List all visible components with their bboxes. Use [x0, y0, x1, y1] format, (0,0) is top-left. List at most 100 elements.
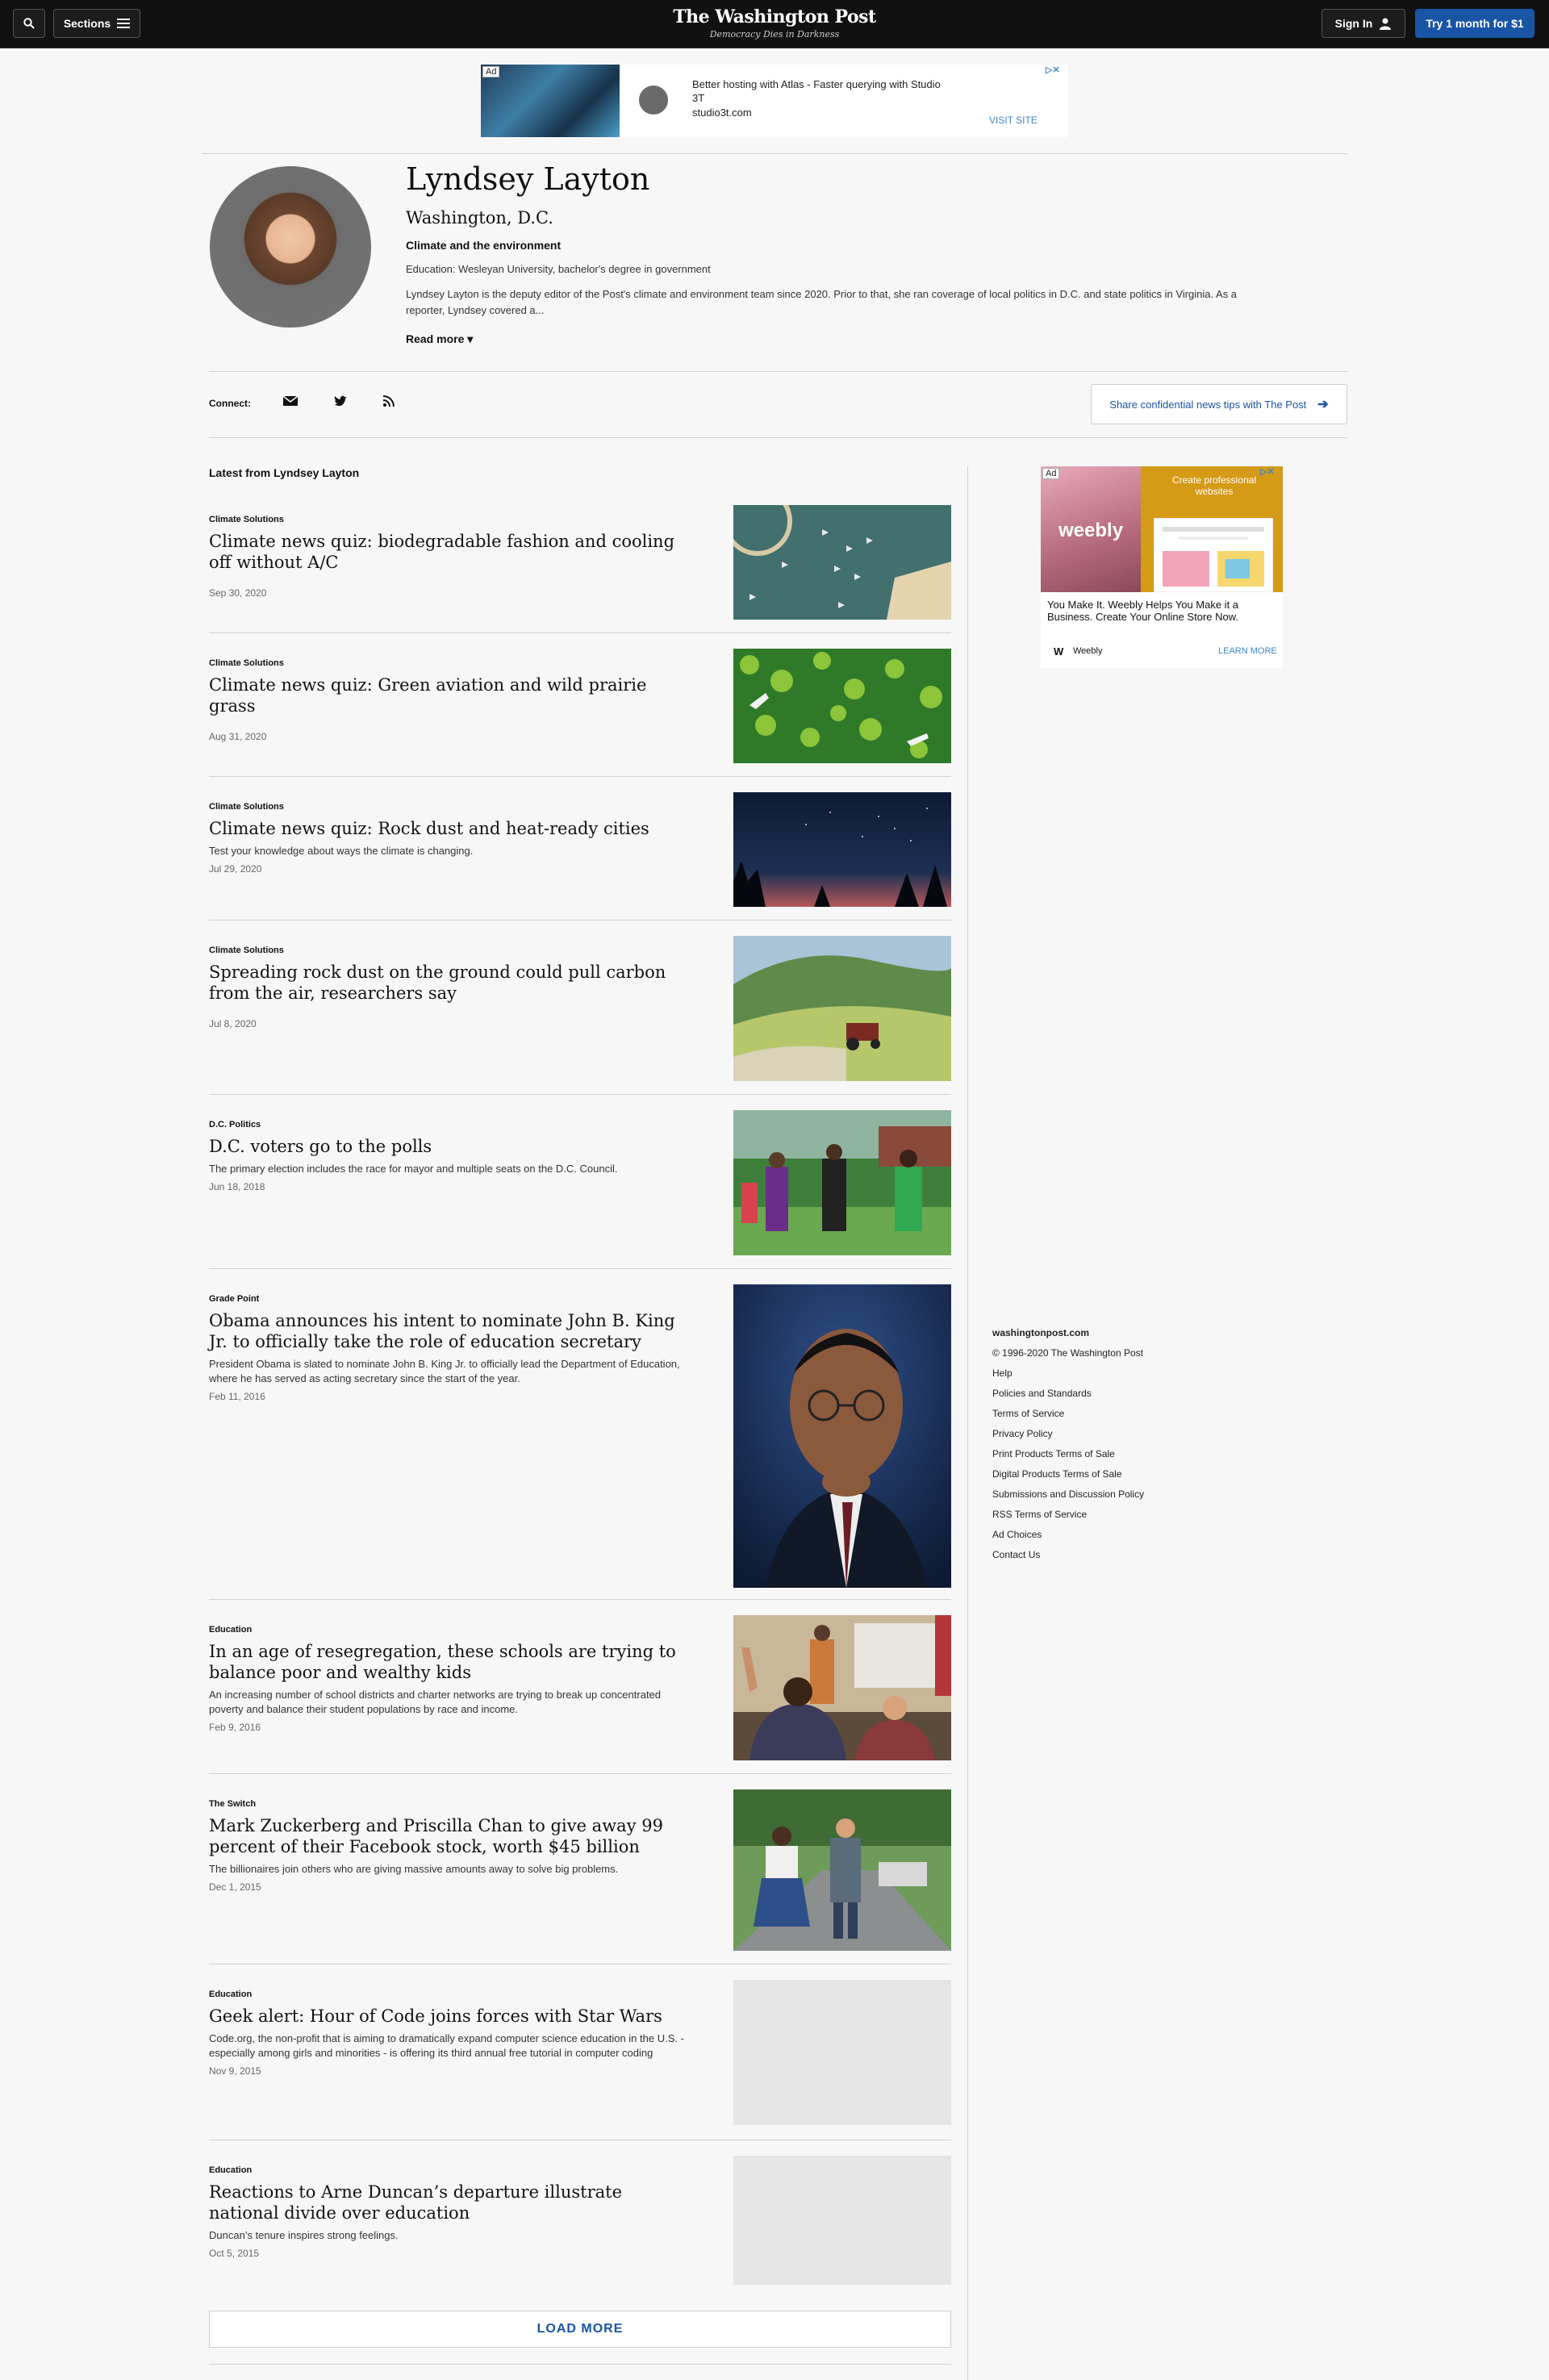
footer-link-ad-choices[interactable]: Ad Choices [992, 1525, 1144, 1545]
article-headline[interactable]: Mark Zuckerberg and Priscilla Chan to gi… [209, 1815, 693, 1857]
article-blurb: An increasing number of school districts… [209, 1689, 662, 1715]
ad-badge: Ad [482, 66, 500, 77]
article-image-placeholder[interactable] [733, 2156, 951, 2285]
author-beat: Climate and the environment [406, 239, 562, 252]
ad-brand: Weebly [1073, 646, 1103, 656]
sign-in-button[interactable]: Sign In [1321, 9, 1405, 38]
tips-label: Share confidential news tips with The Po… [1109, 398, 1307, 411]
footer-link-privacy[interactable]: Privacy Policy [992, 1424, 1144, 1444]
article-item[interactable]: Climate Solutions Spreading rock dust on… [209, 936, 951, 1081]
article-item[interactable]: Education Geek alert: Hour of Code joins… [209, 1980, 951, 2125]
connect-label: Connect: [209, 398, 251, 409]
site-logo[interactable]: The Washington Post Democracy Dies in Da… [613, 6, 936, 40]
article-image[interactable] [723, 486, 951, 620]
footer-link-rss-terms[interactable]: RSS Terms of Service [992, 1505, 1144, 1525]
column-divider [967, 466, 968, 2380]
confidential-tips-button[interactable]: Share confidential news tips with The Po… [1091, 384, 1347, 424]
article-divider [209, 1773, 951, 1774]
ad-thumbnail [481, 65, 620, 137]
article-divider [209, 1268, 951, 1269]
article-item[interactable]: Climate Solutions Climate news quiz: bio… [209, 486, 951, 620]
ad-logo: weebly [1058, 520, 1124, 541]
sidebar-ad[interactable]: weebly Create professional websites Ad ▷… [1041, 466, 1283, 668]
author-bio: Lyndsey Layton is the deputy editor of t… [406, 288, 1238, 316]
sections-label: Sections [63, 17, 111, 30]
search-icon [23, 18, 35, 29]
article-headline[interactable]: Obama announces his intent to nominate J… [209, 1310, 693, 1352]
article-blurb: President Obama is slated to nominate Jo… [209, 1358, 680, 1384]
ad-badge: Ad [1042, 468, 1060, 479]
article-divider [209, 1964, 951, 1965]
author-name: Lyndsey Layton [406, 161, 650, 197]
footer-link-policies[interactable]: Policies and Standards [992, 1384, 1144, 1404]
author-avatar [210, 166, 371, 328]
ad-visit-site-link[interactable]: VISIT SITE [989, 115, 1038, 126]
article-headline[interactable]: Climate news quiz: Rock dust and heat-re… [209, 818, 693, 839]
article-image[interactable] [733, 1110, 951, 1255]
load-more-button[interactable]: LOAD MORE [209, 2311, 951, 2348]
arrow-right-icon: ➔ [1317, 398, 1329, 411]
article-image[interactable] [733, 1615, 951, 1760]
article-image[interactable] [733, 936, 951, 1081]
article-image[interactable] [733, 649, 951, 763]
top-nav-bar: Sections The Washington Post Democracy D… [0, 0, 1549, 48]
article-headline[interactable]: Climate news quiz: biodegradable fashion… [209, 531, 693, 573]
article-item[interactable]: Climate Solutions Climate news quiz: Gre… [209, 649, 951, 763]
article-headline[interactable]: Climate news quiz: Green aviation and wi… [209, 674, 693, 716]
footer-link-print-terms[interactable]: Print Products Terms of Sale [992, 1444, 1144, 1464]
article-headline[interactable]: In an age of resegregation, these school… [209, 1641, 693, 1683]
article-image[interactable] [733, 1284, 951, 1588]
article-item[interactable]: The Switch Mark Zuckerberg and Priscilla… [209, 1789, 951, 1951]
footer-link-terms[interactable]: Terms of Service [992, 1404, 1144, 1424]
footer-site[interactable]: washingtonpost.com [992, 1323, 1144, 1343]
sign-in-label: Sign In [1334, 17, 1373, 30]
globe-icon [639, 86, 668, 115]
ad-image: weebly Create professional websites [1041, 466, 1283, 592]
article-item[interactable]: D.C. Politics D.C. voters go to the poll… [209, 1110, 951, 1255]
subscribe-trial-button[interactable]: Try 1 month for $1 [1415, 9, 1534, 38]
article-item[interactable]: Climate Solutions Climate news quiz: Roc… [209, 792, 951, 907]
article-item[interactable]: Education Reactions to Arne Duncan’s dep… [209, 2156, 951, 2285]
divider [209, 371, 1347, 372]
footer-link-submissions[interactable]: Submissions and Discussion Policy [992, 1484, 1144, 1505]
top-banner-ad[interactable]: Ad ▷✕ Better hosting with Atlas - Faster… [481, 65, 1068, 137]
email-icon[interactable] [282, 395, 299, 410]
article-headline[interactable]: Reactions to Arne Duncan’s departure ill… [209, 2182, 693, 2223]
sections-menu-button[interactable]: Sections [53, 9, 140, 38]
footer-link-digital-terms[interactable]: Digital Products Terms of Sale [992, 1464, 1144, 1484]
article-divider [209, 1094, 951, 1095]
logo-tagline: Democracy Dies in Darkness [709, 29, 840, 40]
article-divider [209, 920, 951, 921]
rss-icon[interactable] [381, 395, 397, 410]
article-image[interactable] [733, 1789, 951, 1951]
article-blurb: The billionaires join others who are giv… [209, 1863, 619, 1875]
article-headline[interactable]: Geek alert: Hour of Code joins forces wi… [209, 2006, 693, 2027]
ad-body: You Make It. Weebly Helps You Make it a … [1047, 599, 1239, 623]
search-button[interactable] [13, 9, 45, 38]
ad-screenshot [1154, 518, 1273, 592]
divider [209, 437, 1347, 438]
twitter-icon[interactable] [332, 395, 349, 410]
article-item[interactable]: Grade Point Obama announces his intent t… [209, 1284, 951, 1588]
ad-learn-more-link[interactable]: LEARN MORE [1218, 646, 1277, 656]
footer-link-contact[interactable]: Contact Us [992, 1545, 1144, 1565]
article-headline[interactable]: D.C. voters go to the polls [209, 1136, 693, 1157]
footer-link-help[interactable]: Help [992, 1363, 1144, 1384]
author-education: Education: Wesleyan University, bachelor… [406, 263, 711, 275]
footer: washingtonpost.com © 1996-2020 The Washi… [992, 1323, 1144, 1565]
hamburger-icon [117, 19, 131, 28]
latest-heading: Latest from Lyndsey Layton [209, 466, 360, 479]
article-item[interactable]: Education In an age of resegregation, th… [209, 1615, 951, 1760]
article-blurb: Duncan’s tenure inspires strong feelings… [209, 2229, 399, 2241]
footer-copyright: © 1996-2020 The Washington Post [992, 1347, 1143, 1359]
adchoices-icon[interactable]: ▷✕ [1046, 65, 1060, 75]
article-headline[interactable]: Spreading rock dust on the ground could … [209, 962, 693, 1004]
read-more-button[interactable]: Read more ▾ [406, 332, 473, 346]
adchoices-icon[interactable]: ▷✕ [1260, 466, 1275, 477]
article-divider [209, 1599, 951, 1600]
article-image[interactable] [733, 792, 951, 907]
ad-title: Better hosting with Atlas - Faster query… [692, 78, 941, 104]
trial-label: Try 1 month for $1 [1426, 17, 1524, 30]
user-icon [1380, 18, 1392, 30]
article-image-placeholder[interactable] [733, 1980, 951, 2125]
